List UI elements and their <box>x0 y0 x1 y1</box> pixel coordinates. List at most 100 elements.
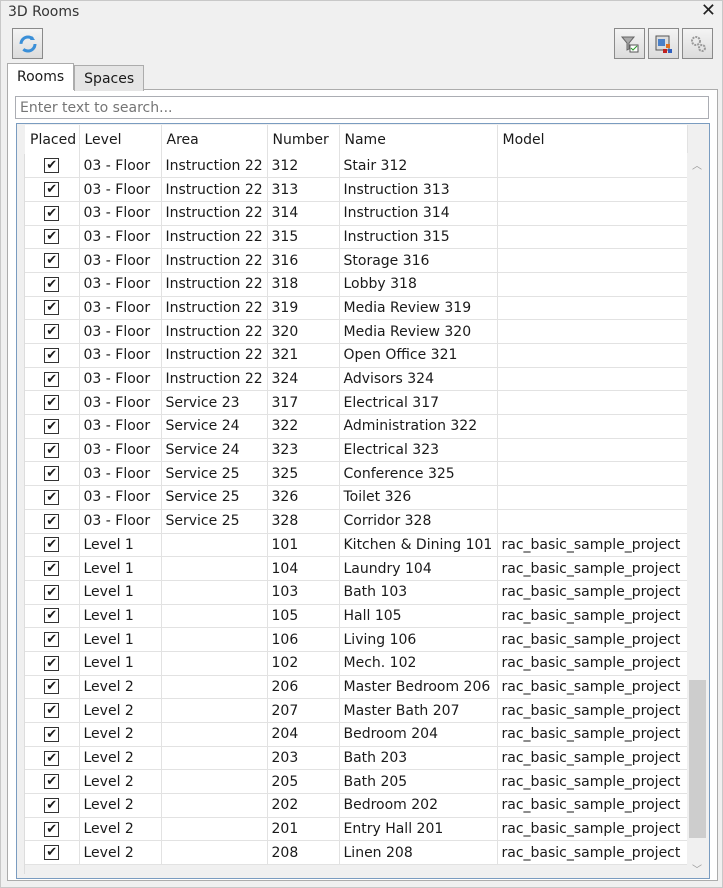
area-cell <box>161 651 268 676</box>
table-row[interactable]: ✔ Level 2 202 Bedroom 202 rac_basic_sample_p… <box>25 793 688 818</box>
column-header-model[interactable]: Model <box>497 125 688 154</box>
table-row[interactable]: ✔ Level 2 208 Linen 208 rac_basic_sample_pro… <box>25 840 688 866</box>
settings-button[interactable] <box>682 28 713 59</box>
table-row[interactable]: ✔ 03 - Floor Service 25 326 Toilet 326 <box>25 485 688 510</box>
search-input[interactable] <box>15 96 709 119</box>
placed-checkbox[interactable]: ✔ <box>44 253 60 269</box>
placed-checkbox[interactable]: ✔ <box>44 229 60 245</box>
name-cell: Advisors 324 <box>339 367 498 392</box>
vertical-scrollbar[interactable]: ︿ ﹀ <box>687 153 708 878</box>
column-header-number[interactable]: Number <box>267 125 340 154</box>
placed-checkbox[interactable]: ✔ <box>44 703 60 719</box>
table-row[interactable]: ✔ 03 - Floor Instruction 22 324 Advisors 324 <box>25 367 688 392</box>
table-row[interactable]: ✔ 03 - Floor Instruction 22 321 Open Office … <box>25 343 688 368</box>
table-row[interactable]: ✔ 03 - Floor Instruction 22 316 Storage 316 <box>25 248 688 273</box>
table-row[interactable]: ✔ Level 2 201 Entry Hall 201 rac_basic_sampl… <box>25 817 688 842</box>
placed-checkbox[interactable]: ✔ <box>44 371 60 387</box>
placed-checkbox[interactable]: ✔ <box>44 845 60 861</box>
table-row[interactable]: ✔ 03 - Floor Service 24 323 Electrical 323 <box>25 438 688 463</box>
table-row[interactable]: ✔ 03 - Floor Service 25 325 Conference 325 <box>25 461 688 487</box>
table-row[interactable]: ✔ Level 1 105 Hall 105 rac_basic_sample_proj… <box>25 604 688 629</box>
table-row[interactable]: ✔ 03 - Floor Instruction 22 312 Stair 312 <box>25 154 688 179</box>
filter-button[interactable] <box>614 28 645 59</box>
placed-checkbox[interactable]: ✔ <box>44 679 60 695</box>
placed-checkbox[interactable]: ✔ <box>44 324 60 340</box>
placed-checkbox[interactable]: ✔ <box>44 726 60 742</box>
model-cell: rac_basic_sample_project <box>497 675 688 700</box>
close-icon[interactable]: ✕ <box>701 0 716 21</box>
placed-checkbox[interactable]: ✔ <box>44 513 60 529</box>
tab-rooms[interactable]: Rooms <box>7 63 75 90</box>
table-row[interactable]: ✔ 03 - Floor Service 25 328 Corridor 328 <box>25 509 688 534</box>
scroll-down-icon[interactable]: ﹀ <box>692 861 702 876</box>
color-scheme-button[interactable] <box>648 28 679 59</box>
number-cell: 206 <box>267 675 340 700</box>
area-cell: Service 23 <box>161 390 268 416</box>
table-row[interactable]: ✔ Level 1 101 Kitchen & Dining 101 rac_basic… <box>25 533 688 558</box>
placed-checkbox[interactable]: ✔ <box>44 418 60 434</box>
placed-checkbox[interactable]: ✔ <box>44 395 60 411</box>
name-cell: Open Office 321 <box>339 343 498 368</box>
name-cell: Conference 325 <box>339 461 498 487</box>
table-row[interactable]: ✔ Level 2 207 Master Bath 207 rac_basic_samp… <box>25 698 688 723</box>
level-cell: Level 1 <box>79 533 162 558</box>
tab-bar: Rooms Spaces <box>7 63 145 91</box>
model-cell <box>497 201 688 226</box>
tab-spaces[interactable]: Spaces <box>74 65 145 91</box>
table-row[interactable]: ✔ Level 2 203 Bath 203 rac_basic_sample_proj… <box>25 746 688 771</box>
table-row[interactable]: ✔ 03 - Floor Instruction 22 313 Instruction … <box>25 177 688 202</box>
table-row[interactable]: ✔ 03 - Floor Instruction 22 315 Instruction … <box>25 225 688 250</box>
placed-checkbox[interactable]: ✔ <box>44 774 60 790</box>
table-row[interactable]: ✔ Level 2 205 Bath 205 rac_basic_sample_proj… <box>25 769 688 795</box>
placed-checkbox[interactable]: ✔ <box>44 300 60 316</box>
placed-checkbox[interactable]: ✔ <box>44 797 60 813</box>
table-row[interactable]: ✔ Level 1 104 Laundry 104 rac_basic_sample_p… <box>25 556 688 581</box>
column-header-level[interactable]: Level <box>79 125 162 154</box>
column-header-placed[interactable]: Placed <box>25 125 80 154</box>
placed-checkbox[interactable]: ✔ <box>44 537 60 553</box>
table-row[interactable]: ✔ 03 - Floor Service 23 317 Electrical 317 <box>25 390 688 416</box>
table-row[interactable]: ✔ 03 - Floor Instruction 22 318 Lobby 318 <box>25 272 688 297</box>
placed-checkbox[interactable]: ✔ <box>44 466 60 482</box>
name-cell: Bath 205 <box>339 769 498 795</box>
placed-checkbox[interactable]: ✔ <box>44 750 60 766</box>
placed-checkbox[interactable]: ✔ <box>44 276 60 292</box>
level-cell: 03 - Floor <box>79 461 162 487</box>
placed-checkbox[interactable]: ✔ <box>44 821 60 837</box>
column-header-area[interactable]: Area <box>161 125 268 154</box>
placed-checkbox[interactable]: ✔ <box>44 182 60 198</box>
number-cell: 106 <box>267 627 340 652</box>
placed-checkbox[interactable]: ✔ <box>44 489 60 505</box>
table-row[interactable]: ✔ Level 2 206 Master Bedroom 206 rac_basic_s… <box>25 675 688 700</box>
placed-checkbox[interactable]: ✔ <box>44 442 60 458</box>
column-header-name[interactable]: Name <box>339 125 498 154</box>
area-cell: Instruction 22 <box>161 319 268 344</box>
scrollbar-thumb[interactable] <box>689 680 706 839</box>
model-cell: rac_basic_sample_project <box>497 793 688 818</box>
placed-cell: ✔ <box>25 414 80 439</box>
placed-checkbox[interactable]: ✔ <box>44 347 60 363</box>
placed-checkbox[interactable]: ✔ <box>44 158 60 174</box>
model-cell <box>497 509 688 534</box>
placed-checkbox[interactable]: ✔ <box>44 205 60 221</box>
table-row[interactable]: ✔ 03 - Floor Instruction 22 314 Instruction … <box>25 201 688 226</box>
table-row[interactable]: ✔ 03 - Floor Instruction 22 320 Media Review… <box>25 319 688 344</box>
refresh-button[interactable] <box>12 28 43 59</box>
level-cell: 03 - Floor <box>79 414 162 439</box>
placed-checkbox[interactable]: ✔ <box>44 655 60 671</box>
placed-checkbox[interactable]: ✔ <box>44 584 60 600</box>
table-row[interactable]: ✔ Level 1 102 Mech. 102 rac_basic_sample_pro… <box>25 651 688 676</box>
placed-checkbox[interactable]: ✔ <box>44 632 60 648</box>
scroll-up-icon[interactable]: ︿ <box>692 157 702 172</box>
placed-checkbox[interactable]: ✔ <box>44 608 60 624</box>
placed-cell: ✔ <box>25 556 80 581</box>
number-cell: 316 <box>267 248 340 273</box>
table-row[interactable]: ✔ Level 1 106 Living 106 rac_basic_sample_pr… <box>25 627 688 652</box>
table-row[interactable]: ✔ Level 1 103 Bath 103 rac_basic_sample_proj… <box>25 580 688 605</box>
table-row[interactable]: ✔ 03 - Floor Service 24 322 Administration 3… <box>25 414 688 439</box>
table-row[interactable]: ✔ Level 2 204 Bedroom 204 rac_basic_sample_p… <box>25 722 688 747</box>
placed-checkbox[interactable]: ✔ <box>44 561 60 577</box>
placed-cell: ✔ <box>25 533 80 558</box>
table-row[interactable]: ✔ 03 - Floor Instruction 22 319 Media Review… <box>25 296 688 321</box>
placed-cell: ✔ <box>25 272 80 297</box>
